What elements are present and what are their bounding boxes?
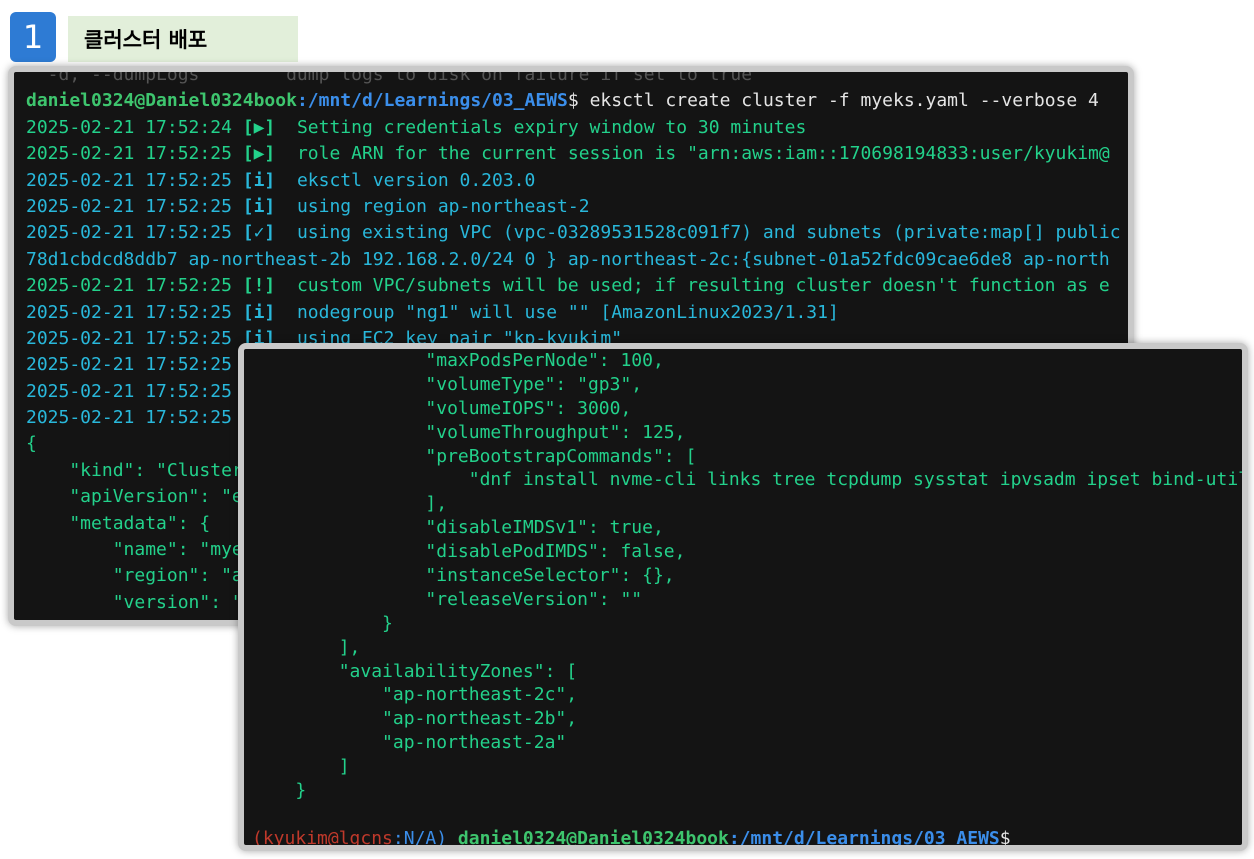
prompt-path: :/mnt/d/Learnings/03_AEWS	[296, 90, 568, 112]
json-line: "releaseVersion": ""	[252, 588, 643, 610]
log-line: 2025-02-21 17:52:25 [i] eksctl version 0…	[26, 168, 1121, 194]
log-timestamp: 2025-02-21 17:52:25	[26, 222, 243, 244]
log-timestamp: 2025-02-21 17:52:25	[26, 380, 243, 402]
log-line: 2025-02-21 17:52:25 [i] nodegroup "ng1" …	[26, 300, 1121, 326]
prompt-command: eksctl create cluster -f myeks.yaml --ve…	[589, 90, 1099, 112]
json-line: "ap-northeast-2c",	[252, 684, 578, 706]
terminal-output: "maxPodsPerNode": 100, "volumeType": "gp…	[252, 349, 1248, 849]
log-line: 2025-02-21 17:52:24 [▶] Setting credenti…	[26, 115, 1121, 141]
json-line: "preBootstrapCommands": [	[252, 445, 697, 467]
json-line: }	[252, 612, 393, 634]
log-message: 78d1cbdcd8ddb7 ap-northeast-2b 192.168.2…	[26, 248, 1110, 270]
log-timestamp: 2025-02-21 17:52:25	[26, 143, 243, 165]
json-line: "volumeIOPS": 3000,	[252, 397, 632, 419]
json-line: "disableIMDSv1": true,	[252, 517, 664, 539]
terminal-window-front[interactable]: "maxPodsPerNode": 100, "volumeType": "gp…	[238, 343, 1248, 851]
prompt-context-user: kyukim@lgcns	[262, 827, 393, 849]
json-line: "ap-northeast-2b",	[252, 708, 578, 730]
log-timestamp: 2025-02-21 17:52:25	[26, 407, 243, 429]
log-message: using region ap-northeast-2	[275, 195, 590, 217]
json-line: "ap-northeast-2a"	[252, 732, 567, 754]
json-line: ],	[252, 636, 361, 658]
prompt-user-host: daniel0324@Daniel0324book	[447, 827, 729, 849]
log-level-tag: [✓]	[242, 222, 276, 244]
log-level-tag: [▶]	[242, 116, 276, 138]
log-level-tag: [!]	[242, 275, 276, 297]
prompt-dollar: $	[999, 827, 1011, 849]
prompt-path: :/mnt/d/Learnings/03_AEWS	[728, 827, 1000, 849]
log-line: 2025-02-21 17:52:25 [!] custom VPC/subne…	[26, 273, 1121, 299]
prompt-context-rest: :N/A)	[392, 827, 448, 849]
prompt-user-host: daniel0324@Daniel0324book	[26, 90, 297, 112]
json-line: ],	[252, 493, 448, 515]
prompt-context-open: (	[252, 827, 263, 849]
log-message: nodegroup "ng1" will use "" [AmazonLinux…	[275, 301, 839, 323]
log-level-tag: [i]	[242, 301, 276, 323]
json-line: "instanceSelector": {},	[252, 565, 675, 587]
log-line: 2025-02-21 17:52:25 [✓] using existing V…	[26, 220, 1121, 246]
json-line: "dnf install nvme-cli links tree tcpdump…	[252, 469, 1248, 491]
log-timestamp: 2025-02-21 17:52:25	[26, 354, 243, 376]
log-line: 78d1cbdcd8ddb7 ap-northeast-2b 192.168.2…	[26, 247, 1121, 273]
log-timestamp: 2025-02-21 17:52:25	[26, 275, 243, 297]
log-message: custom VPC/subnets will be used; if resu…	[275, 275, 1110, 297]
json-line: "availabilityZones": [	[252, 660, 578, 682]
step-title: 클러스터 배포	[68, 16, 298, 62]
terminal-line-cutoff: -d, --dumpLogs dump logs to disk on fail…	[26, 66, 753, 85]
command-prompt-line: daniel0324@Daniel0324book:/mnt/d/Learnin…	[26, 88, 1121, 114]
log-timestamp: 2025-02-21 17:52:25	[26, 327, 243, 349]
log-level-tag: [i]	[242, 195, 276, 217]
log-level-tag: [▶]	[242, 143, 276, 165]
json-line: "volumeType": "gp3",	[252, 373, 643, 395]
prompt-dollar: $	[567, 90, 590, 112]
json-line	[252, 803, 1242, 827]
json-line: "volumeThroughput": 125,	[252, 421, 686, 443]
command-prompt-line: (kyukim@lgcns:N/A) daniel0324@Daniel0324…	[252, 827, 1242, 849]
json-line: ]	[252, 756, 350, 778]
log-timestamp: 2025-02-21 17:52:25	[26, 301, 243, 323]
log-message: using existing VPC (vpc-03289531528c091f…	[275, 222, 1121, 244]
terminal-line-cutoff: "maxPodsPerNode": 100,	[252, 350, 664, 371]
json-line: "disablePodIMDS": false,	[252, 541, 686, 563]
log-timestamp: 2025-02-21 17:52:24	[26, 116, 243, 138]
log-message: role ARN for the current session is "arn…	[275, 143, 1110, 165]
step-number-badge: 1	[10, 12, 56, 62]
json-line: }	[252, 780, 307, 802]
log-timestamp: 2025-02-21 17:52:25	[26, 195, 243, 217]
log-line: 2025-02-21 17:52:25 [i] using region ap-…	[26, 194, 1121, 220]
log-message: eksctl version 0.203.0	[275, 169, 536, 191]
log-timestamp: 2025-02-21 17:52:25	[26, 169, 243, 191]
log-message: Setting credentials expiry window to 30 …	[275, 116, 807, 138]
log-line: 2025-02-21 17:52:25 [▶] role ARN for the…	[26, 141, 1121, 167]
log-level-tag: [i]	[242, 169, 276, 191]
